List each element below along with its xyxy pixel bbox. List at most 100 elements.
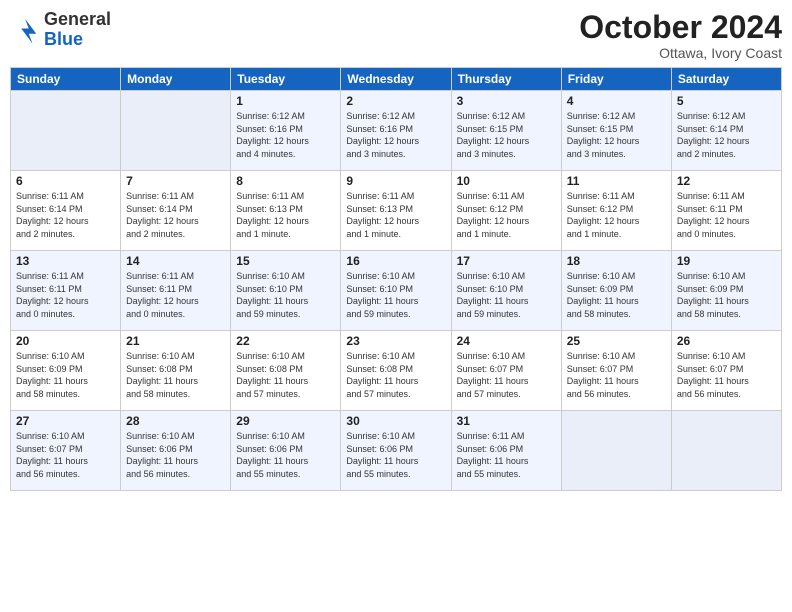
calendar-cell: 12 Sunrise: 6:11 AM Sunset: 6:11 PM Dayli…	[671, 171, 781, 251]
day-number: 27	[16, 414, 115, 428]
calendar-cell: 29Sunrise: 6:10 AM Sunset: 6:06 PM Dayli…	[231, 411, 341, 491]
calendar-cell: 31Sunrise: 6:11 AM Sunset: 6:06 PM Dayli…	[451, 411, 561, 491]
day-number: 4	[567, 94, 666, 108]
day-number: 5	[677, 94, 776, 108]
day-info: Sunrise: 6:10 AM Sunset: 6:10 PM Dayligh…	[457, 270, 556, 320]
day-info: Sunrise: 6:10 AM Sunset: 6:06 PM Dayligh…	[346, 430, 445, 480]
calendar-cell: 6Sunrise: 6:11 AM Sunset: 6:14 PM Daylig…	[11, 171, 121, 251]
day-info: Sunrise: 6:10 AM Sunset: 6:09 PM Dayligh…	[567, 270, 666, 320]
day-number: 12	[677, 174, 776, 188]
calendar-cell: 19 Sunrise: 6:10 AM Sunset: 6:09 PM Dayli…	[671, 251, 781, 331]
calendar-cell: 23 Sunrise: 6:10 AM Sunset: 6:08 PM Dayli…	[341, 331, 451, 411]
calendar-cell: 1Sunrise: 6:12 AM Sunset: 6:16 PM Daylig…	[231, 91, 341, 171]
day-number: 21	[126, 334, 225, 348]
calendar: SundayMondayTuesdayWednesdayThursdayFrid…	[10, 67, 782, 491]
calendar-cell: 21 Sunrise: 6:10 AM Sunset: 6:08 PM Dayli…	[121, 331, 231, 411]
calendar-cell	[121, 91, 231, 171]
day-info: Sunrise: 6:12 AM Sunset: 6:15 PM Dayligh…	[457, 110, 556, 160]
location: Ottawa, Ivory Coast	[579, 45, 782, 61]
day-info: Sunrise: 6:11 AM Sunset: 6:14 PM Dayligh…	[126, 190, 225, 240]
day-number: 26	[677, 334, 776, 348]
weekday-header-wednesday: Wednesday	[341, 68, 451, 91]
calendar-week-row: 1 Sunrise: 6:12 AM Sunset: 6:16 PM Daylig…	[11, 91, 782, 171]
calendar-cell: 17Sunrise: 6:10 AM Sunset: 6:10 PM Dayli…	[451, 251, 561, 331]
month-title: October 2024	[579, 10, 782, 45]
day-info: Sunrise: 6:11 AM Sunset: 6:06 PM Dayligh…	[457, 430, 556, 480]
title-block: October 2024 Ottawa, Ivory Coast	[579, 10, 782, 61]
day-number: 16	[346, 254, 445, 268]
weekday-header-thursday: Thursday	[451, 68, 561, 91]
logo-icon	[10, 15, 40, 45]
day-info: Sunrise: 6:10 AM Sunset: 6:09 PM Dayligh…	[16, 350, 115, 400]
day-info: Sunrise: 6:10 AM Sunset: 6:07 PM Dayligh…	[677, 350, 776, 400]
day-info: Sunrise: 6:10 AM Sunset: 6:06 PM Dayligh…	[126, 430, 225, 480]
day-info: Sunrise: 6:11 AM Sunset: 6:11 PM Dayligh…	[16, 270, 115, 320]
day-number: 15	[236, 254, 335, 268]
day-number: 6	[16, 174, 115, 188]
day-number: 13	[16, 254, 115, 268]
logo-blue: Blue	[44, 29, 83, 49]
calendar-week-row: 13 Sunrise: 6:11 AM Sunset: 6:11 PM Dayli…	[11, 251, 782, 331]
calendar-cell: 22 Sunrise: 6:10 AM Sunset: 6:08 PM Dayli…	[231, 331, 341, 411]
day-number: 10	[457, 174, 556, 188]
day-number: 8	[236, 174, 335, 188]
calendar-week-row: 6 Sunrise: 6:11 AM Sunset: 6:14 PM Daylig…	[11, 171, 782, 251]
day-number: 9	[346, 174, 445, 188]
day-info: Sunrise: 6:12 AM Sunset: 6:16 PM Dayligh…	[346, 110, 445, 160]
calendar-cell: 24 Sunrise: 6:10 AM Sunset: 6:07 PM Dayli…	[451, 331, 561, 411]
calendar-week-row: 27 Sunrise: 6:10 AM Sunset: 6:07 PM Dayli…	[11, 411, 782, 491]
day-info: Sunrise: 6:11 AM Sunset: 6:12 PM Dayligh…	[457, 190, 556, 240]
day-number: 23	[346, 334, 445, 348]
calendar-cell: 30 Sunrise: 6:10 AM Sunset: 6:06 PM Dayli…	[341, 411, 451, 491]
calendar-cell: 9Sunrise: 6:11 AM Sunset: 6:13 PM Daylig…	[341, 171, 451, 251]
day-info: Sunrise: 6:10 AM Sunset: 6:07 PM Dayligh…	[457, 350, 556, 400]
calendar-cell: 2Sunrise: 6:12 AM Sunset: 6:16 PM Daylig…	[341, 91, 451, 171]
calendar-cell: 11 Sunrise: 6:11 AM Sunset: 6:12 PM Dayli…	[561, 171, 671, 251]
day-info: Sunrise: 6:11 AM Sunset: 6:12 PM Dayligh…	[567, 190, 666, 240]
day-number: 28	[126, 414, 225, 428]
weekday-header-sunday: Sunday	[11, 68, 121, 91]
day-number: 7	[126, 174, 225, 188]
day-number: 22	[236, 334, 335, 348]
calendar-cell: 5Sunrise: 6:12 AM Sunset: 6:14 PM Daylig…	[671, 91, 781, 171]
calendar-cell: 3Sunrise: 6:12 AM Sunset: 6:15 PM Daylig…	[451, 91, 561, 171]
calendar-cell: 14 Sunrise: 6:11 AM Sunset: 6:11 PM Dayli…	[121, 251, 231, 331]
calendar-cell: 15Sunrise: 6:10 AM Sunset: 6:10 PM Dayli…	[231, 251, 341, 331]
day-info: Sunrise: 6:11 AM Sunset: 6:11 PM Dayligh…	[677, 190, 776, 240]
day-number: 20	[16, 334, 115, 348]
day-info: Sunrise: 6:10 AM Sunset: 6:08 PM Dayligh…	[126, 350, 225, 400]
calendar-cell: 28 Sunrise: 6:10 AM Sunset: 6:06 PM Dayli…	[121, 411, 231, 491]
header: General Blue October 2024 Ottawa, Ivory …	[10, 10, 782, 61]
day-info: Sunrise: 6:10 AM Sunset: 6:09 PM Dayligh…	[677, 270, 776, 320]
day-info: Sunrise: 6:11 AM Sunset: 6:13 PM Dayligh…	[236, 190, 335, 240]
day-number: 24	[457, 334, 556, 348]
day-info: Sunrise: 6:10 AM Sunset: 6:07 PM Dayligh…	[567, 350, 666, 400]
day-info: Sunrise: 6:11 AM Sunset: 6:11 PM Dayligh…	[126, 270, 225, 320]
calendar-cell: 18 Sunrise: 6:10 AM Sunset: 6:09 PM Dayli…	[561, 251, 671, 331]
day-number: 1	[236, 94, 335, 108]
day-number: 19	[677, 254, 776, 268]
weekday-header-tuesday: Tuesday	[231, 68, 341, 91]
calendar-cell: 26 Sunrise: 6:10 AM Sunset: 6:07 PM Dayli…	[671, 331, 781, 411]
day-info: Sunrise: 6:10 AM Sunset: 6:08 PM Dayligh…	[346, 350, 445, 400]
calendar-cell: 4Sunrise: 6:12 AM Sunset: 6:15 PM Daylig…	[561, 91, 671, 171]
day-number: 14	[126, 254, 225, 268]
day-number: 30	[346, 414, 445, 428]
weekday-header-row: SundayMondayTuesdayWednesdayThursdayFrid…	[11, 68, 782, 91]
page: General Blue October 2024 Ottawa, Ivory …	[0, 0, 792, 612]
calendar-cell: 25Sunrise: 6:10 AM Sunset: 6:07 PM Dayli…	[561, 331, 671, 411]
calendar-cell	[561, 411, 671, 491]
day-number: 18	[567, 254, 666, 268]
day-number: 11	[567, 174, 666, 188]
weekday-header-saturday: Saturday	[671, 68, 781, 91]
day-info: Sunrise: 6:10 AM Sunset: 6:06 PM Dayligh…	[236, 430, 335, 480]
calendar-cell: 8 Sunrise: 6:11 AM Sunset: 6:13 PM Daylig…	[231, 171, 341, 251]
day-info: Sunrise: 6:10 AM Sunset: 6:08 PM Dayligh…	[236, 350, 335, 400]
calendar-cell: 16Sunrise: 6:10 AM Sunset: 6:10 PM Dayli…	[341, 251, 451, 331]
calendar-cell: 20 Sunrise: 6:10 AM Sunset: 6:09 PM Dayli…	[11, 331, 121, 411]
day-info: Sunrise: 6:10 AM Sunset: 6:07 PM Dayligh…	[16, 430, 115, 480]
calendar-cell	[671, 411, 781, 491]
calendar-cell: 27 Sunrise: 6:10 AM Sunset: 6:07 PM Dayli…	[11, 411, 121, 491]
calendar-cell	[11, 91, 121, 171]
logo: General Blue	[10, 10, 111, 50]
